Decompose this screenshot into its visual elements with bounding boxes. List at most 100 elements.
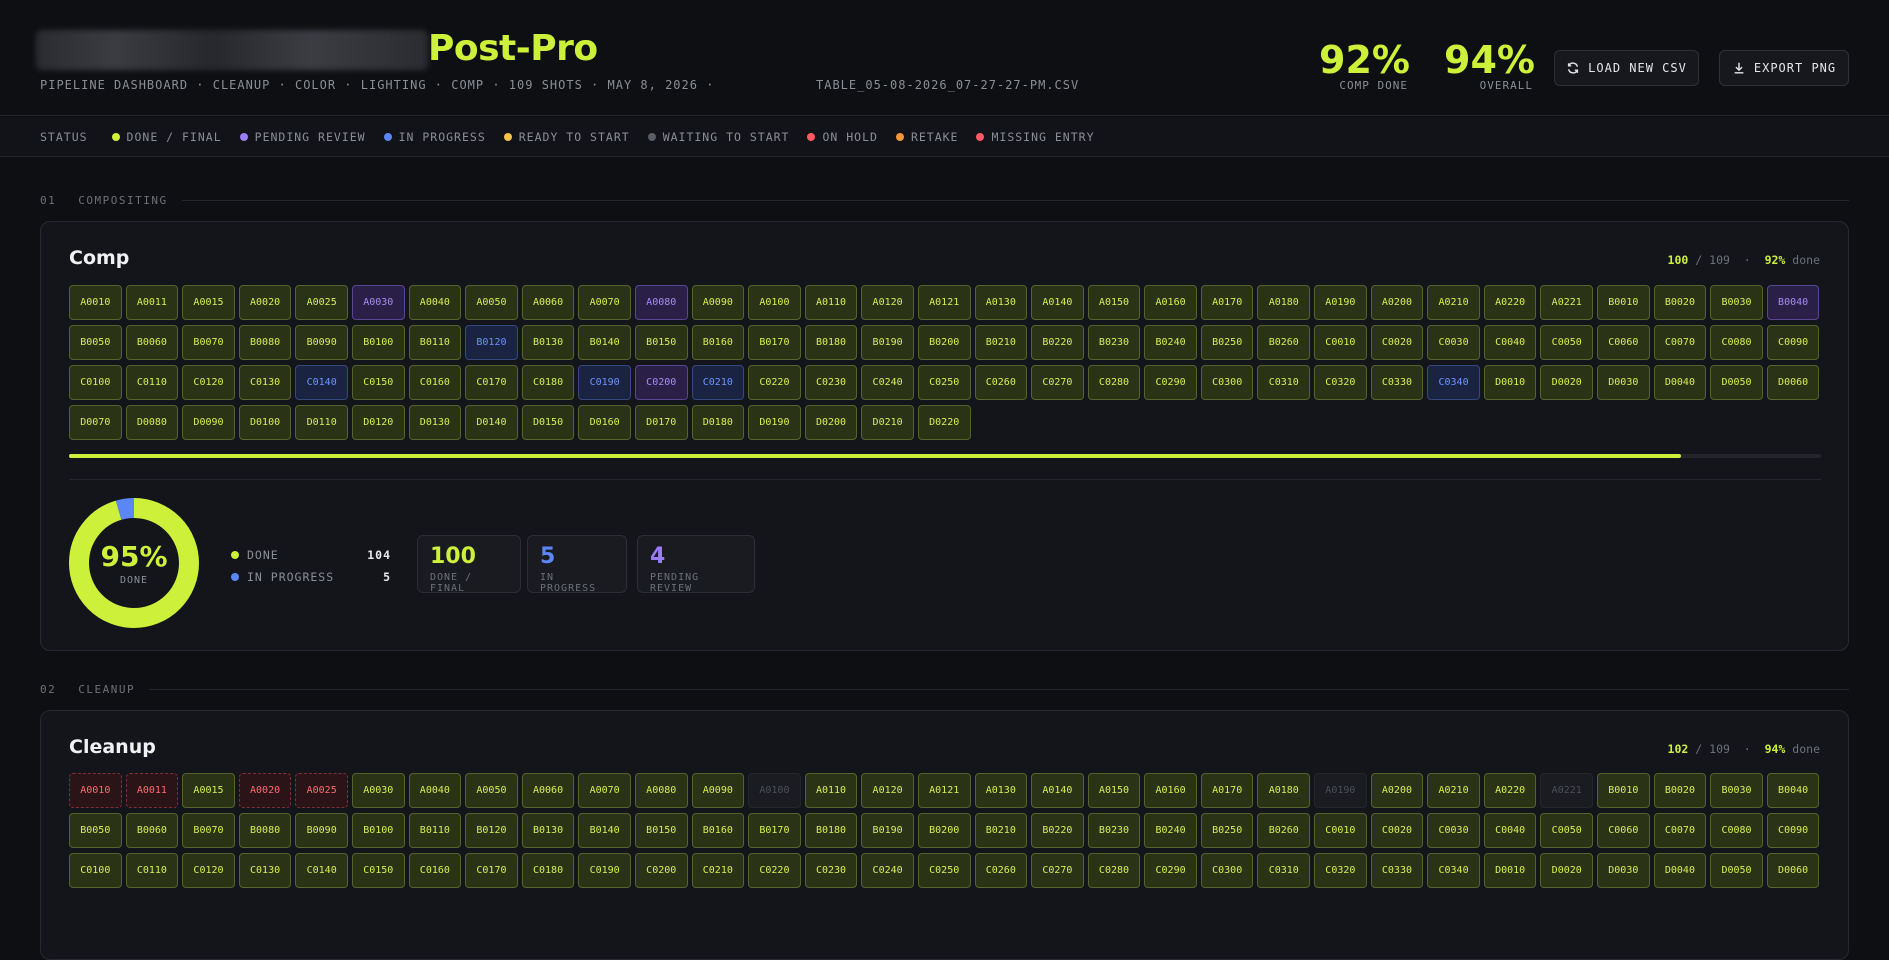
- shot-chip[interactable]: D0110: [295, 405, 348, 440]
- shot-chip[interactable]: B0250: [1200, 325, 1254, 360]
- shot-chip[interactable]: C0080: [1710, 325, 1763, 360]
- shot-chip[interactable]: D0010: [1483, 853, 1537, 888]
- shot-chip[interactable]: C0120: [182, 365, 235, 400]
- shot-chip[interactable]: B0220: [1031, 325, 1084, 360]
- shot-chip[interactable]: C0260: [974, 853, 1028, 888]
- shot-chip[interactable]: A0015: [182, 773, 235, 808]
- shot-chip[interactable]: B0130: [521, 325, 575, 360]
- shot-chip[interactable]: B0040: [1766, 773, 1820, 808]
- shot-chip[interactable]: C0230: [804, 365, 858, 400]
- shot-chip[interactable]: C0220: [748, 853, 801, 888]
- shot-chip[interactable]: C0270: [1031, 365, 1084, 400]
- shot-chip[interactable]: A0020: [238, 773, 292, 808]
- shot-chip[interactable]: D0050: [1710, 853, 1763, 888]
- shot-chip[interactable]: C0230: [804, 853, 858, 888]
- shot-chip[interactable]: D0030: [1597, 853, 1650, 888]
- shot-chip[interactable]: C0180: [521, 853, 575, 888]
- shot-chip[interactable]: D0020: [1540, 365, 1594, 400]
- shot-chip[interactable]: A0160: [1144, 773, 1197, 808]
- shot-chip[interactable]: B0080: [238, 325, 292, 360]
- shot-chip[interactable]: C0100: [69, 365, 122, 400]
- shot-chip[interactable]: C0330: [1370, 853, 1424, 888]
- shot-chip[interactable]: C0050: [1540, 813, 1594, 848]
- shot-chip[interactable]: C0050: [1540, 325, 1594, 360]
- shot-chip[interactable]: A0100: [748, 285, 801, 320]
- shot-chip[interactable]: A0190: [1314, 773, 1367, 808]
- shot-chip[interactable]: C0240: [861, 853, 914, 888]
- shot-chip[interactable]: D0120: [351, 405, 405, 440]
- shot-chip[interactable]: B0100: [351, 325, 405, 360]
- shot-chip[interactable]: B0180: [804, 813, 858, 848]
- shot-chip[interactable]: B0210: [974, 325, 1028, 360]
- shot-chip[interactable]: A0150: [1087, 285, 1141, 320]
- shot-chip[interactable]: A0060: [521, 773, 575, 808]
- shot-chip[interactable]: C0210: [691, 853, 745, 888]
- shot-chip[interactable]: D0020: [1540, 853, 1594, 888]
- shot-chip[interactable]: C0120: [182, 853, 235, 888]
- shot-chip[interactable]: B0030: [1710, 285, 1763, 320]
- shot-chip[interactable]: A0080: [634, 773, 688, 808]
- shot-chip[interactable]: C0290: [1144, 365, 1197, 400]
- shot-chip[interactable]: C0030: [1427, 813, 1480, 848]
- shot-chip[interactable]: A0040: [408, 773, 462, 808]
- shot-chip[interactable]: A0170: [1200, 773, 1254, 808]
- shot-chip[interactable]: B0040: [1766, 285, 1820, 320]
- shot-chip[interactable]: D0030: [1597, 365, 1650, 400]
- shot-chip[interactable]: A0120: [861, 285, 914, 320]
- shot-chip[interactable]: D0210: [861, 405, 914, 440]
- shot-chip[interactable]: B0090: [295, 813, 348, 848]
- shot-chip[interactable]: B0160: [691, 813, 745, 848]
- shot-chip[interactable]: A0030: [351, 285, 405, 320]
- shot-chip[interactable]: C0300: [1200, 365, 1254, 400]
- shot-chip[interactable]: B0240: [1144, 813, 1197, 848]
- shot-chip[interactable]: B0260: [1257, 813, 1311, 848]
- shot-chip[interactable]: A0070: [578, 773, 631, 808]
- shot-chip[interactable]: C0280: [1087, 365, 1141, 400]
- shot-chip[interactable]: B0260: [1257, 325, 1311, 360]
- shot-chip[interactable]: A0011: [125, 773, 179, 808]
- shot-chip[interactable]: D0010: [1483, 365, 1537, 400]
- shot-chip[interactable]: B0010: [1597, 773, 1650, 808]
- shot-chip[interactable]: A0110: [804, 773, 858, 808]
- shot-chip[interactable]: B0140: [578, 813, 631, 848]
- shot-chip[interactable]: A0120: [861, 773, 914, 808]
- shot-chip[interactable]: D0220: [917, 405, 971, 440]
- shot-chip[interactable]: A0020: [238, 285, 292, 320]
- shot-chip[interactable]: C0020: [1370, 325, 1424, 360]
- shot-chip[interactable]: B0140: [578, 325, 631, 360]
- shot-chip[interactable]: B0020: [1653, 773, 1707, 808]
- shot-chip[interactable]: B0020: [1653, 285, 1707, 320]
- shot-chip[interactable]: C0150: [351, 853, 405, 888]
- shot-chip[interactable]: B0190: [861, 325, 914, 360]
- shot-chip[interactable]: A0090: [691, 285, 745, 320]
- shot-chip[interactable]: C0080: [1710, 813, 1763, 848]
- shot-chip[interactable]: A0080: [634, 285, 688, 320]
- shot-chip[interactable]: B0250: [1200, 813, 1254, 848]
- shot-chip[interactable]: D0070: [69, 405, 122, 440]
- shot-chip[interactable]: A0025: [295, 285, 348, 320]
- shot-chip[interactable]: B0170: [748, 813, 801, 848]
- shot-chip[interactable]: B0100: [351, 813, 405, 848]
- shot-chip[interactable]: C0320: [1314, 853, 1367, 888]
- shot-chip[interactable]: A0220: [1483, 773, 1537, 808]
- shot-chip[interactable]: A0140: [1031, 285, 1084, 320]
- shot-chip[interactable]: C0180: [521, 365, 575, 400]
- shot-chip[interactable]: D0080: [125, 405, 179, 440]
- shot-chip[interactable]: D0140: [465, 405, 518, 440]
- shot-chip[interactable]: B0150: [634, 813, 688, 848]
- shot-chip[interactable]: B0190: [861, 813, 914, 848]
- shot-chip[interactable]: C0250: [917, 365, 971, 400]
- shot-chip[interactable]: D0050: [1710, 365, 1763, 400]
- shot-chip[interactable]: C0310: [1257, 853, 1311, 888]
- shot-chip[interactable]: A0221: [1540, 285, 1594, 320]
- shot-chip[interactable]: C0010: [1314, 813, 1367, 848]
- shot-chip[interactable]: A0140: [1031, 773, 1084, 808]
- shot-chip[interactable]: D0100: [238, 405, 292, 440]
- shot-chip[interactable]: A0180: [1257, 285, 1311, 320]
- shot-chip[interactable]: B0070: [182, 813, 235, 848]
- export-png-button[interactable]: EXPORT PNG: [1719, 50, 1849, 86]
- shot-chip[interactable]: C0210: [691, 365, 745, 400]
- shot-chip[interactable]: B0220: [1031, 813, 1084, 848]
- shot-chip[interactable]: A0070: [578, 285, 631, 320]
- shot-chip[interactable]: C0030: [1427, 325, 1480, 360]
